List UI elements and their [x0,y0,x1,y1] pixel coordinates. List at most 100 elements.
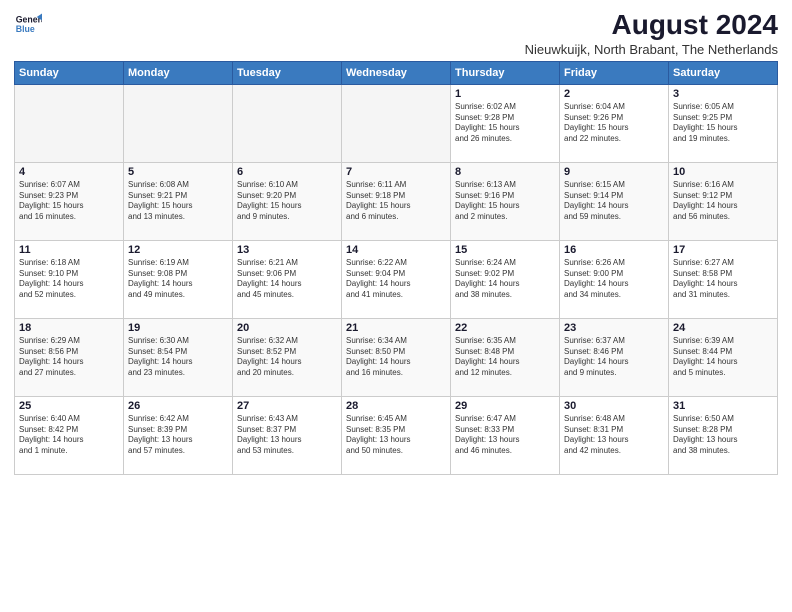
day-info: Sunrise: 6:29 AM Sunset: 8:56 PM Dayligh… [19,336,119,379]
subtitle: Nieuwkuijk, North Brabant, The Netherlan… [525,42,778,57]
col-friday: Friday [560,61,669,84]
day-cell: 6 Sunrise: 6:10 AM Sunset: 9:20 PM Daylig… [233,162,342,240]
day-number: 16 [564,244,664,256]
day-number: 31 [673,400,773,412]
day-info: Sunrise: 6:30 AM Sunset: 8:54 PM Dayligh… [128,336,228,379]
day-number: 8 [455,166,555,178]
page: General Blue August 2024 Nieuwkuijk, Nor… [0,0,792,612]
day-cell: 10 Sunrise: 6:16 AM Sunset: 9:12 PM Dayli… [669,162,778,240]
col-monday: Monday [124,61,233,84]
day-cell: 24 Sunrise: 6:39 AM Sunset: 8:44 PM Dayli… [669,318,778,396]
day-number: 19 [128,322,228,334]
day-number: 10 [673,166,773,178]
day-number: 17 [673,244,773,256]
day-info: Sunrise: 6:37 AM Sunset: 8:46 PM Dayligh… [564,336,664,379]
col-saturday: Saturday [669,61,778,84]
day-cell: 27 Sunrise: 6:43 AM Sunset: 8:37 PM Dayli… [233,396,342,474]
header: General Blue August 2024 Nieuwkuijk, Nor… [14,10,778,57]
day-number: 12 [128,244,228,256]
weekday-row: Sunday Monday Tuesday Wednesday Thursday… [15,61,778,84]
day-cell: 14 Sunrise: 6:22 AM Sunset: 9:04 PM Dayli… [342,240,451,318]
svg-text:General: General [16,14,42,24]
day-cell: 19 Sunrise: 6:30 AM Sunset: 8:54 PM Dayli… [124,318,233,396]
day-info: Sunrise: 6:32 AM Sunset: 8:52 PM Dayligh… [237,336,337,379]
day-info: Sunrise: 6:50 AM Sunset: 8:28 PM Dayligh… [673,414,773,457]
day-info: Sunrise: 6:22 AM Sunset: 9:04 PM Dayligh… [346,258,446,301]
day-number: 6 [237,166,337,178]
week-row-2: 11Sunrise: 6:18 AM Sunset: 9:10 PM Dayli… [15,240,778,318]
day-cell: 29 Sunrise: 6:47 AM Sunset: 8:33 PM Dayli… [451,396,560,474]
day-cell: 3Sunrise: 6:05 AM Sunset: 9:25 PM Daylig… [669,84,778,162]
col-wednesday: Wednesday [342,61,451,84]
day-info: Sunrise: 6:40 AM Sunset: 8:42 PM Dayligh… [19,414,119,457]
col-tuesday: Tuesday [233,61,342,84]
day-info: Sunrise: 6:11 AM Sunset: 9:18 PM Dayligh… [346,180,446,223]
day-number: 14 [346,244,446,256]
day-info: Sunrise: 6:47 AM Sunset: 8:33 PM Dayligh… [455,414,555,457]
day-number: 29 [455,400,555,412]
logo-icon: General Blue [14,10,42,38]
day-info: Sunrise: 6:27 AM Sunset: 8:58 PM Dayligh… [673,258,773,301]
day-info: Sunrise: 6:34 AM Sunset: 8:50 PM Dayligh… [346,336,446,379]
week-row-1: 4Sunrise: 6:07 AM Sunset: 9:23 PM Daylig… [15,162,778,240]
day-cell: 21 Sunrise: 6:34 AM Sunset: 8:50 PM Dayli… [342,318,451,396]
day-info: Sunrise: 6:19 AM Sunset: 9:08 PM Dayligh… [128,258,228,301]
day-number: 25 [19,400,119,412]
day-info: Sunrise: 6:24 AM Sunset: 9:02 PM Dayligh… [455,258,555,301]
day-number: 18 [19,322,119,334]
week-row-4: 25 Sunrise: 6:40 AM Sunset: 8:42 PM Dayli… [15,396,778,474]
day-info: Sunrise: 6:48 AM Sunset: 8:31 PM Dayligh… [564,414,664,457]
day-info: Sunrise: 6:08 AM Sunset: 9:21 PM Dayligh… [128,180,228,223]
day-cell: 8 Sunrise: 6:13 AM Sunset: 9:16 PM Daylig… [451,162,560,240]
day-number: 24 [673,322,773,334]
day-number: 7 [346,166,446,178]
day-cell: 5Sunrise: 6:08 AM Sunset: 9:21 PM Daylig… [124,162,233,240]
day-number: 2 [564,88,664,100]
day-cell: 18 Sunrise: 6:29 AM Sunset: 8:56 PM Dayli… [15,318,124,396]
day-info: Sunrise: 6:15 AM Sunset: 9:14 PM Dayligh… [564,180,664,223]
day-info: Sunrise: 6:42 AM Sunset: 8:39 PM Dayligh… [128,414,228,457]
day-cell: 15 Sunrise: 6:24 AM Sunset: 9:02 PM Dayli… [451,240,560,318]
calendar-body: 1 Sunrise: 6:02 AM Sunset: 9:28 PM Daylig… [15,84,778,474]
day-cell: 31 Sunrise: 6:50 AM Sunset: 8:28 PM Dayli… [669,396,778,474]
calendar-header: Sunday Monday Tuesday Wednesday Thursday… [15,61,778,84]
day-info: Sunrise: 6:02 AM Sunset: 9:28 PM Dayligh… [455,102,555,145]
day-cell: 30Sunrise: 6:48 AM Sunset: 8:31 PM Dayli… [560,396,669,474]
day-number: 15 [455,244,555,256]
calendar: Sunday Monday Tuesday Wednesday Thursday… [14,61,778,475]
day-number: 26 [128,400,228,412]
day-cell [233,84,342,162]
day-number: 3 [673,88,773,100]
day-cell: 16 Sunrise: 6:26 AM Sunset: 9:00 PM Dayli… [560,240,669,318]
day-number: 22 [455,322,555,334]
day-number: 27 [237,400,337,412]
day-cell: 22 Sunrise: 6:35 AM Sunset: 8:48 PM Dayli… [451,318,560,396]
main-title: August 2024 [525,10,778,41]
week-row-0: 1 Sunrise: 6:02 AM Sunset: 9:28 PM Daylig… [15,84,778,162]
day-cell: 17 Sunrise: 6:27 AM Sunset: 8:58 PM Dayli… [669,240,778,318]
day-info: Sunrise: 6:07 AM Sunset: 9:23 PM Dayligh… [19,180,119,223]
week-row-3: 18 Sunrise: 6:29 AM Sunset: 8:56 PM Dayli… [15,318,778,396]
day-info: Sunrise: 6:10 AM Sunset: 9:20 PM Dayligh… [237,180,337,223]
svg-text:Blue: Blue [16,24,35,34]
day-info: Sunrise: 6:43 AM Sunset: 8:37 PM Dayligh… [237,414,337,457]
day-cell: 11Sunrise: 6:18 AM Sunset: 9:10 PM Dayli… [15,240,124,318]
col-sunday: Sunday [15,61,124,84]
day-info: Sunrise: 6:16 AM Sunset: 9:12 PM Dayligh… [673,180,773,223]
title-block: August 2024 Nieuwkuijk, North Brabant, T… [525,10,778,57]
day-number: 9 [564,166,664,178]
day-info: Sunrise: 6:35 AM Sunset: 8:48 PM Dayligh… [455,336,555,379]
day-info: Sunrise: 6:26 AM Sunset: 9:00 PM Dayligh… [564,258,664,301]
day-info: Sunrise: 6:45 AM Sunset: 8:35 PM Dayligh… [346,414,446,457]
day-cell: 4Sunrise: 6:07 AM Sunset: 9:23 PM Daylig… [15,162,124,240]
day-number: 21 [346,322,446,334]
day-cell: 13Sunrise: 6:21 AM Sunset: 9:06 PM Dayli… [233,240,342,318]
day-cell [15,84,124,162]
col-thursday: Thursday [451,61,560,84]
day-number: 13 [237,244,337,256]
day-info: Sunrise: 6:13 AM Sunset: 9:16 PM Dayligh… [455,180,555,223]
day-info: Sunrise: 6:39 AM Sunset: 8:44 PM Dayligh… [673,336,773,379]
day-cell: 23Sunrise: 6:37 AM Sunset: 8:46 PM Dayli… [560,318,669,396]
logo: General Blue [14,10,42,38]
day-number: 1 [455,88,555,100]
